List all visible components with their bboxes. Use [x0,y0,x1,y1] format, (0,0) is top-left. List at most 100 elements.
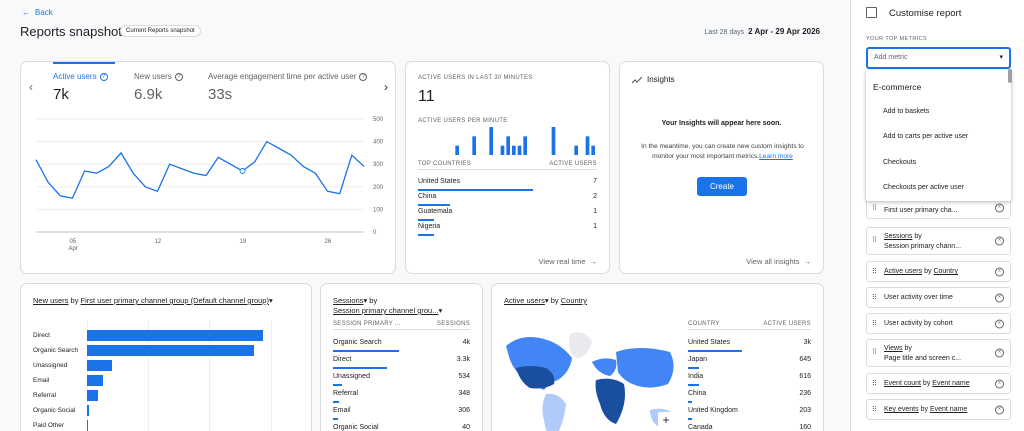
col-country: TOP COUNTRIES [418,161,472,167]
sessions-card: Sessions▾ by Session primary channel gro… [320,283,483,431]
country-name: United States [418,178,461,185]
learn-more-link[interactable]: Learn more [759,153,793,160]
row-label: Direct [333,356,352,363]
row-value: 616 [799,373,811,380]
title-dimension[interactable]: Session primary channel grou... [333,306,438,315]
caret-down-icon[interactable]: ▾ [269,296,273,305]
dropdown-item[interactable]: Checkouts [883,159,916,166]
hover-point [239,167,246,174]
metric-card-line2: First user primary cha... [884,207,958,214]
minute-bar [551,127,556,155]
title-dimension[interactable]: First user primary channel group (Defaul… [81,296,269,305]
customise-panel: Customise report YOUR TOP METRICS Add me… [850,0,1024,431]
add-metric-select[interactable]: Add metric ▾ [866,47,1011,69]
x-tick-label: 05 [69,239,76,245]
table-row: Referral 348 [333,390,470,397]
minute-bar [455,145,459,155]
x-tick-label: 26 [325,239,332,245]
title-metric[interactable]: New users [33,296,68,305]
remove-icon[interactable]: × [995,319,1004,328]
metric-card-by: by [920,406,928,413]
insights-card: Insights Your Insights will appear here … [619,61,824,274]
new-users-card-title[interactable]: New users by First user primary channel … [33,296,273,305]
zoom-in-button[interactable]: + [658,412,674,428]
remove-icon[interactable]: × [995,236,1004,246]
drag-handle-icon[interactable]: ⠿ [872,374,877,393]
date-prefix: Last 28 days [704,29,745,36]
row-bar [418,234,435,236]
row-value: 3.3k [456,356,470,363]
view-all-insights-link[interactable]: View all insights → [746,257,811,266]
metric-card-item[interactable]: ⠿ Views by Page title and screen c... × [866,339,1011,367]
bar-label: Paid Other [33,422,65,429]
drag-handle-icon[interactable]: ⠿ [872,400,877,419]
minute-bar [489,127,493,155]
country-name: China [418,193,437,200]
view-realtime-link[interactable]: View real time → [539,257,597,266]
metric-card-by: by [914,233,922,240]
remove-icon[interactable]: × [995,267,1004,276]
drag-handle-icon[interactable]: ⠿ [872,236,877,246]
row-value: 4k [462,339,470,346]
arrow-right-icon: → [803,257,812,266]
metric-card-item[interactable]: ⠿ Active users by Country × [866,261,1011,282]
insights-title: Insights [647,75,675,84]
remove-icon[interactable]: × [995,379,1004,388]
metric-card-item[interactable]: ⠿ Event count by Event name × [866,373,1011,394]
asia-shape [616,348,674,388]
back-label: Back [35,8,53,17]
remove-icon[interactable]: × [995,203,1004,212]
world-map[interactable] [500,324,680,431]
table-row: Canada 160 [688,424,811,431]
drag-handle-icon[interactable]: ⠿ [872,314,877,333]
country-card-title[interactable]: Active users▾ by Country [504,296,587,305]
caret-down-icon[interactable]: ▾ [438,306,442,315]
dropdown-item[interactable]: Add to baskets [883,108,929,115]
drag-handle-icon[interactable]: ⠿ [872,348,877,358]
metric-card-text: User activity over time [884,294,953,301]
channel-bar [87,420,88,431]
table-row: Japan 645 [688,356,811,363]
row-bar [333,418,339,420]
row-bar [333,350,399,352]
caret-down-icon: ▾ [999,54,1003,61]
dropdown-item[interactable]: Checkouts per active user [883,184,964,191]
title-metric[interactable]: Active users [504,296,545,305]
channel-bar [87,360,112,371]
metric-card-text: User activity by cohort [884,320,953,327]
create-button[interactable]: Create [697,177,747,196]
dropdown-item[interactable]: Add to carts per active user [883,133,968,140]
country-row: China 2 [418,193,597,200]
row-value: 3k [803,339,811,346]
remove-icon[interactable]: × [995,405,1004,414]
date-range[interactable]: Last 28 days 2 Apr - 29 Apr 2026 [704,27,820,36]
metric-card-by: by [904,345,912,352]
caret-down-icon[interactable]: ▾ [363,296,367,305]
metric-card-dim: Event name [929,406,968,413]
title-by: by [550,296,559,305]
metric-card-item[interactable]: ⠿ Key events by Event name × [866,399,1011,420]
minute-bar [512,145,516,155]
page-title: Reports snapshot [20,24,122,39]
minute-bar [574,145,578,155]
metric-card-item[interactable]: ⠿ User activity over time × [866,287,1011,308]
metric-card-item[interactable]: ⠿ User activity by cohort × [866,313,1011,334]
bar-label: Email [33,377,50,384]
bar-label: Direct [33,332,50,339]
metric-card-item[interactable]: ⠿ Sessions by Session primary chann... × [866,227,1011,255]
back-link[interactable]: ← Back [22,8,53,17]
remove-icon[interactable]: × [995,348,1004,358]
dropdown-group-label: E-commerce [873,82,922,92]
title-metric[interactable]: Sessions [333,296,363,305]
drag-handle-icon[interactable]: ⠿ [872,288,877,307]
panel-title: Customise report [889,8,962,19]
drag-handle-icon[interactable]: ⠿ [872,262,877,281]
row-value: 236 [799,390,811,397]
row-label: Organic Social [333,424,379,431]
dropdown-scrollbar[interactable] [1008,69,1012,83]
sessions-card-title[interactable]: Sessions▾ by Session primary channel gro… [333,296,442,316]
drag-handle-icon[interactable]: ⠿ [872,204,877,212]
remove-icon[interactable]: × [995,293,1004,302]
caret-down-icon[interactable]: ▾ [545,296,549,305]
title-dimension[interactable]: Country [561,296,587,305]
